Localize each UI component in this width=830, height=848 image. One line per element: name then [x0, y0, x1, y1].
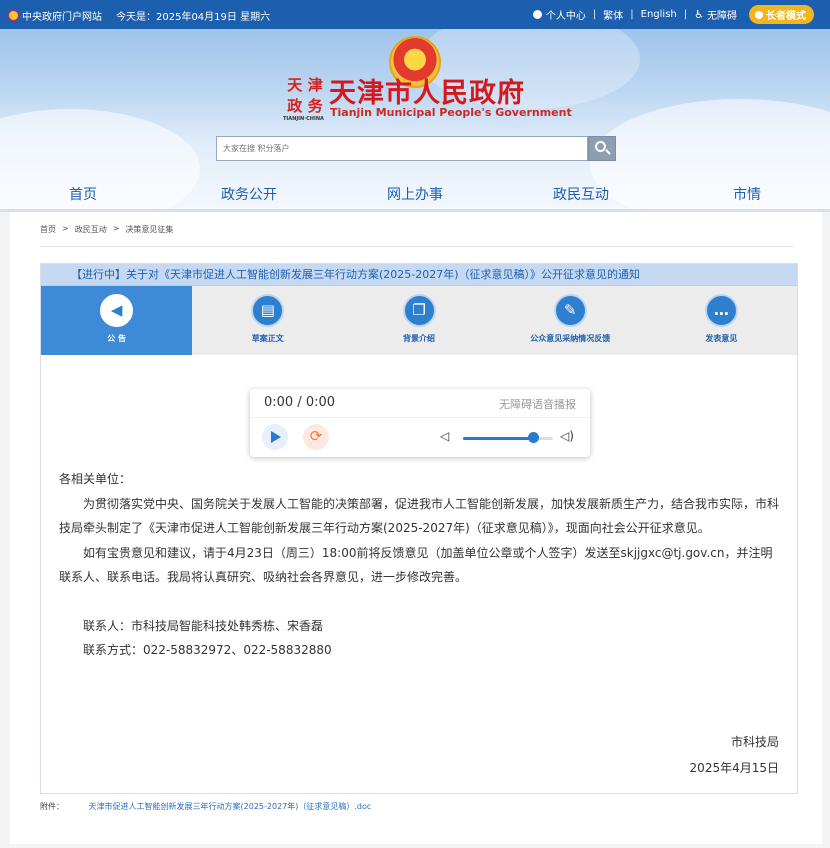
chat-icon: …: [704, 294, 738, 327]
loop-button[interactable]: ⟳: [303, 424, 329, 450]
copy-icon: ❐: [402, 294, 436, 327]
accessibility-icon: ♿: [694, 8, 704, 21]
site-subtitle: Tianjin Municipal People's Government: [330, 106, 572, 119]
nav-interaction[interactable]: 政民互动: [498, 181, 664, 209]
document-icon: ▤: [251, 294, 285, 327]
separator: |: [630, 9, 634, 20]
volume-high-icon: ◁): [560, 429, 574, 443]
body-paragraph: 如有宝贵意见和建议，请于4月23日（周三）18:00前将反馈意见（加盖单位公章或…: [59, 545, 773, 585]
elder-mode-button[interactable]: 长者模式: [749, 5, 814, 24]
breadcrumb-arrow: >: [112, 224, 120, 233]
english-link[interactable]: English: [641, 9, 677, 20]
tianjin-logo: 天 津 政 务 TIANJIN·CHINA: [283, 76, 325, 122]
body-paragraph: 为贯彻落实党中央、国务院关于发展人工智能的决策部署，促进我市人工智能创新发展，加…: [59, 496, 780, 536]
volume-fill: [463, 437, 534, 440]
gov-portal-icon: [8, 10, 19, 21]
breadcrumb: 首页 > 政民互动 > 决策意见征集: [40, 224, 173, 235]
speaker-icon: ◀: [100, 294, 134, 327]
nav-gov-affairs[interactable]: 政务公开: [166, 181, 332, 209]
audio-player: 0:00 / 0:00 无障碍语音播报 ⟳ ◁ ◁): [250, 389, 590, 457]
separator: |: [683, 9, 688, 20]
tab-feedback[interactable]: ✎ 公众意见采纳情况反馈: [495, 286, 646, 355]
search-button[interactable]: [588, 136, 616, 161]
signature-block: 市科技局 2025年4月15日: [690, 729, 779, 781]
tab-icon-glyph: ❐: [412, 301, 426, 319]
nav-city-info[interactable]: 市情: [664, 181, 830, 209]
search-icon-handle: [605, 149, 611, 155]
breadcrumb-home[interactable]: 首页: [40, 224, 56, 235]
nav-home[interactable]: 首页: [0, 181, 166, 209]
tab-label: 发表意见: [705, 334, 738, 343]
traditional-chinese-link[interactable]: 繁体: [603, 7, 623, 22]
attachment-label: 附件：: [40, 802, 64, 811]
logo-char: 津: [307, 76, 323, 94]
tab-announcement[interactable]: ◀ 公 告: [41, 286, 193, 355]
play-button[interactable]: [262, 424, 288, 450]
breadcrumb-divider: [40, 246, 794, 247]
top-bar: 中央政府门户网站 今天是：2025年04月19日 星期六 个人中心 | 繁体 |…: [0, 0, 830, 29]
logo-caption: TIANJIN·CHINA: [283, 116, 324, 122]
main-content: 首页 > 政民互动 > 决策意见征集 【进行中】关于对《天津市促进人工智能创新发…: [10, 212, 822, 844]
attachment: 附件： 天津市促进人工智能创新发展三年行动方案(2025-2027年)（征求意见…: [40, 801, 371, 812]
tab-icon-glyph: ▤: [260, 301, 275, 319]
contact-person: 联系人：市科技局智能科技处韩秀栋、宋香磊: [83, 618, 324, 633]
accessibility-link[interactable]: 无障碍: [707, 7, 737, 22]
pen-icon: ✎: [553, 294, 587, 327]
tab-comment[interactable]: … 发表意见: [646, 286, 797, 355]
notice-title: 【进行中】关于对《天津市促进人工智能创新发展三年行动方案(2025-2027年)…: [41, 264, 797, 286]
search-input[interactable]: [216, 136, 588, 161]
today-date: 今天是：2025年04月19日 星期六: [116, 12, 271, 23]
tab-icon-glyph: ◀: [110, 301, 123, 319]
separator: |: [592, 9, 597, 20]
signer-name: 市科技局: [730, 735, 779, 749]
logo-char: 天: [287, 76, 303, 94]
contact-phone: 联系方式：022-58832972、022-58832880: [83, 643, 332, 657]
user-icon: [532, 10, 542, 19]
elder-mode-icon: [755, 10, 763, 19]
breadcrumb-arrow: >: [62, 224, 69, 233]
player-divider: [250, 417, 590, 418]
tab-icon-glyph: ✎: [563, 301, 577, 319]
tab-label: 草案正文: [251, 334, 284, 343]
tab-background[interactable]: ❐ 背景介绍: [343, 286, 494, 355]
elder-mode-label: 长者模式: [766, 11, 806, 22]
volume-low-icon: ◁: [440, 429, 450, 443]
logo-char: 政: [287, 96, 303, 115]
volume-slider-handle[interactable]: [527, 432, 539, 443]
tab-label: 公众意见采纳情况反馈: [530, 334, 611, 343]
volume-slider[interactable]: [463, 437, 553, 440]
logo-char: 务: [307, 96, 323, 115]
search-bar: [216, 136, 616, 161]
attachment-link[interactable]: 天津市促进人工智能创新发展三年行动方案(2025-2027年)（征求意见稿）.d…: [89, 802, 372, 811]
main-nav: 首页 政务公开 网上办事 政民互动 市情: [0, 181, 830, 209]
salutation: 各相关单位：: [59, 472, 132, 486]
audio-time: 0:00 / 0:00: [264, 395, 336, 410]
site-title: 天津市人民政府: [329, 78, 525, 109]
sign-date: 2025年4月15日: [689, 761, 779, 775]
breadcrumb-interaction[interactable]: 政民互动: [75, 224, 107, 235]
nav-online-services[interactable]: 网上办事: [332, 181, 498, 209]
tab-label: 背景介绍: [403, 334, 435, 343]
tab-label: 公 告: [107, 334, 126, 343]
gov-portal-link[interactable]: 中央政府门户网站: [22, 8, 102, 23]
notice-panel: 【进行中】关于对《天津市促进人工智能创新发展三年行动方案(2025-2027年)…: [40, 263, 798, 794]
notice-tabs: ◀ 公 告 ▤ 草案正文 ❐ 背景介绍 ✎ 公众意见采纳情况反馈 … 发表意见: [41, 286, 797, 355]
notice-body: 各相关单位： 为贯彻落实党中央、国务院关于发展人工智能的决策部署，促进我市人工智…: [59, 467, 781, 663]
personal-center-link[interactable]: 个人中心: [546, 7, 586, 22]
audio-label: 无障碍语音播报: [499, 398, 576, 411]
tab-icon-glyph: …: [713, 301, 729, 319]
breadcrumb-current[interactable]: 决策意见征集: [125, 224, 173, 235]
tab-draft-text[interactable]: ▤ 草案正文: [192, 286, 343, 355]
